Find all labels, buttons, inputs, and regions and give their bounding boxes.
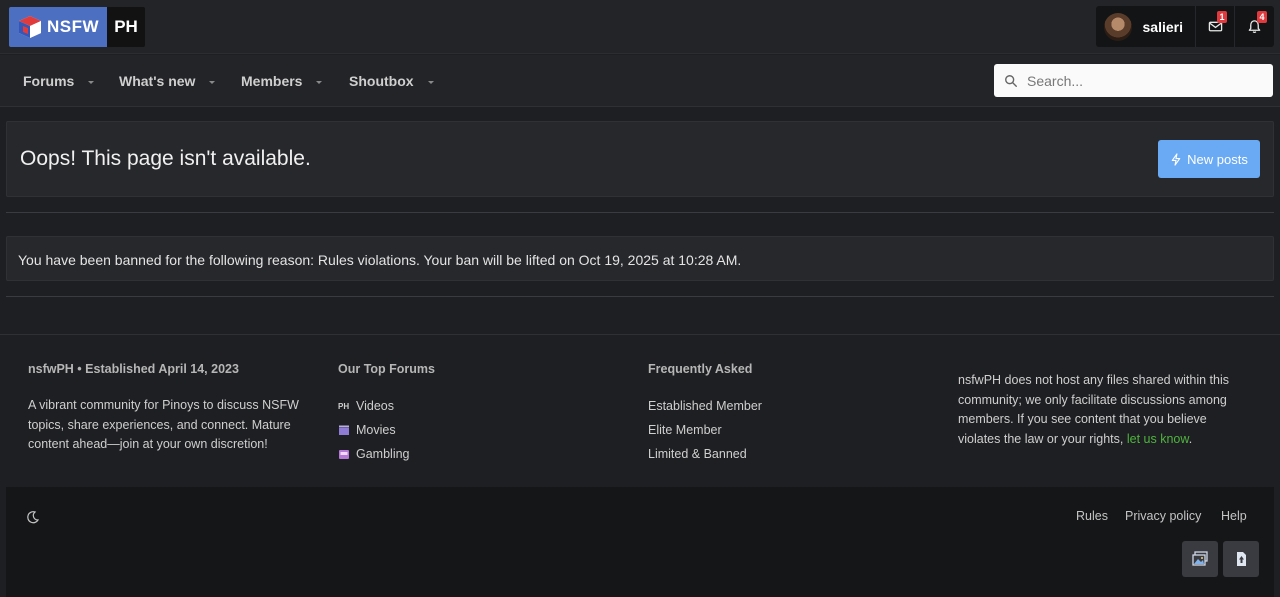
alerts-button[interactable]: 4 [1235,6,1274,47]
footer-faq-elite[interactable]: Elite Member [648,423,722,437]
new-posts-label: New posts [1187,151,1248,167]
header: NSFW PH salieri 1 4 [0,0,1280,54]
footer-forum-movies[interactable]: Movies [338,423,396,437]
ban-notice: You have been banned for the following r… [6,236,1274,281]
moon-icon[interactable] [26,510,40,524]
user-menu: salieri 1 4 [1095,6,1274,47]
slot-machine-icon [339,450,349,459]
footer-about-text: A vibrant community for Pinoys to discus… [28,398,299,451]
footer-forum-movies-label: Movies [356,423,396,437]
cube-logo-icon [19,16,41,38]
account-button[interactable]: salieri [1096,6,1196,47]
chevron-down-icon[interactable] [427,80,434,84]
bolt-icon [1171,152,1181,166]
nav-whats-new-label: What's new [119,73,196,89]
username: salieri [1142,18,1183,35]
site-logo[interactable]: NSFW PH [9,7,145,47]
footer-link-privacy[interactable]: Privacy policy [1125,509,1201,523]
nav-members[interactable]: Members [241,73,323,89]
media-gallery-button[interactable] [1182,541,1218,577]
new-posts-button[interactable]: New posts [1158,140,1260,178]
scroll-to-top-button[interactable] [1223,541,1259,577]
footer-link-rules[interactable]: Rules [1076,509,1108,523]
search-box[interactable] [994,64,1273,97]
chevron-down-icon[interactable] [316,80,323,84]
logo-left: NSFW [9,7,107,47]
footer-faq-limited[interactable]: Limited & Banned [648,447,747,461]
footer-about-heading: nsfwPH • Established April 14, 2023 [28,362,239,376]
footer-forum-gambling-label: Gambling [356,447,410,461]
search-input[interactable] [1027,72,1257,89]
nav-whats-new[interactable]: What's new [119,73,216,89]
alerts-badge: 4 [1257,11,1267,23]
avatar [1103,12,1132,41]
page-header-block: Oops! This page isn't available. New pos… [6,121,1274,197]
footer-forum-gambling[interactable]: Gambling [338,447,410,461]
nav-forums[interactable]: Forums [23,73,95,89]
ban-message: You have been banned for the following r… [18,252,742,268]
divider [6,296,1274,297]
nav-members-label: Members [241,73,303,89]
divider [6,212,1274,213]
chevron-down-icon[interactable] [209,80,216,84]
footer-disclaimer: nsfwPH does not host any files shared wi… [958,371,1248,449]
footer-top-forums-heading: Our Top Forums [338,362,435,376]
chevron-down-icon[interactable] [88,80,95,84]
nav-bar: Forums What's new Members Shoutbox [0,55,1280,107]
footer-faq-heading: Frequently Asked [648,362,753,376]
nav-shoutbox-label: Shoutbox [349,73,414,89]
footer-disclaimer-end: . [1188,431,1193,446]
footer: nsfwPH • Established April 14, 2023 A vi… [0,334,1280,486]
page-title: Oops! This page isn't available. [20,147,311,170]
footer-faq-established[interactable]: Established Member [648,399,762,413]
footer-forum-videos[interactable]: PH Videos [338,399,394,413]
logo-text-nsfw: NSFW [47,17,100,36]
logo-text-ph: PH [107,7,145,47]
messages-button[interactable]: 1 [1196,6,1235,47]
clapperboard-icon [339,425,349,435]
nav-shoutbox[interactable]: Shoutbox [349,73,434,89]
footer-link-help[interactable]: Help [1221,509,1247,523]
search-icon [1005,74,1017,87]
nav-forums-label: Forums [23,73,75,89]
upload-file-icon [1237,552,1246,566]
messages-badge: 1 [1217,11,1227,23]
ph-icon: PH [338,401,350,411]
footer-forum-videos-label: Videos [356,399,394,413]
footer-bottom-bar: Rules Privacy policy Help [6,487,1274,597]
contact-link[interactable]: let us know [1127,432,1189,446]
image-icon [1192,551,1208,566]
